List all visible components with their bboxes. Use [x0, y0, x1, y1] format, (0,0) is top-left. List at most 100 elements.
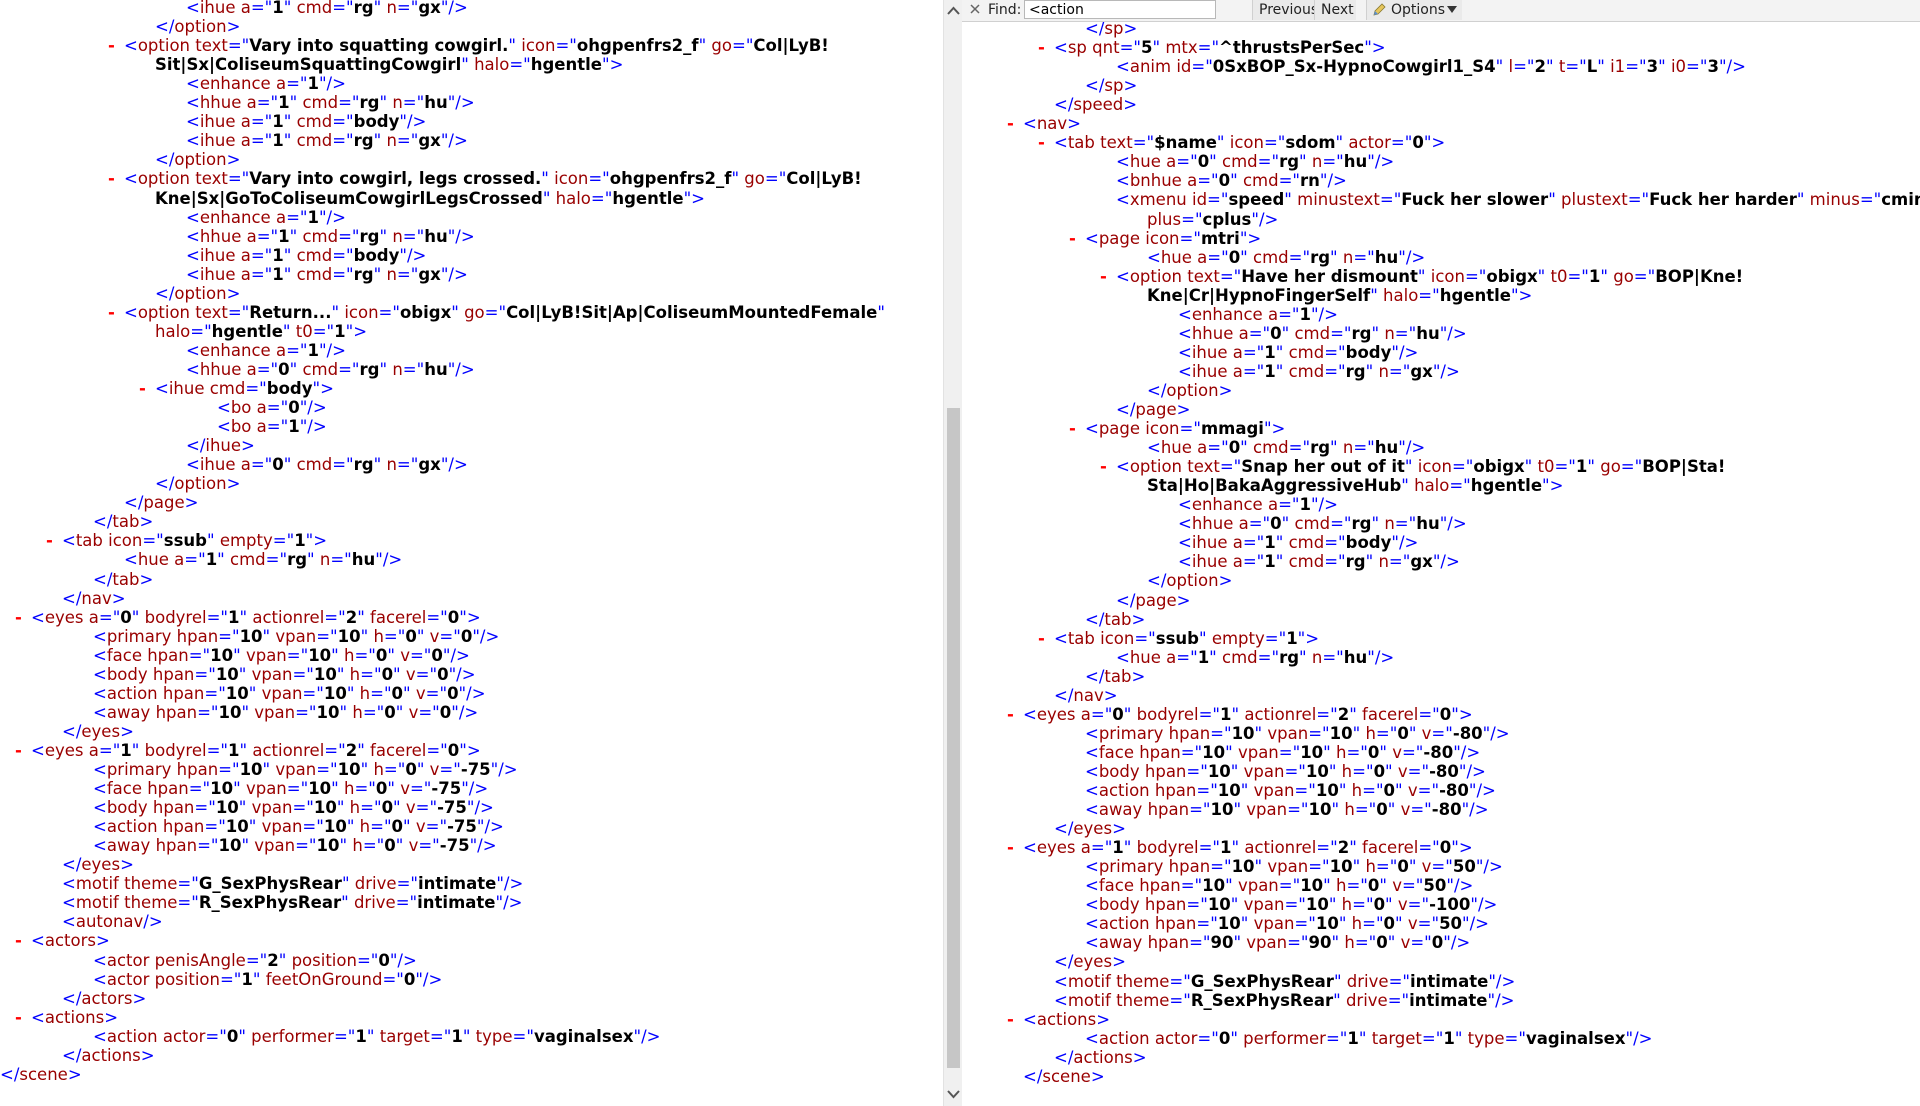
xml-markup: ": [1323, 876, 1336, 896]
find-options-button[interactable]: Options: [1366, 0, 1462, 20]
xml-value: 1: [205, 550, 218, 570]
xml-markup: =": [1090, 838, 1113, 858]
xml-markup: =": [1352, 895, 1374, 915]
xml-markup: <: [1054, 628, 1068, 648]
xml-name: vpan: [251, 798, 293, 818]
xml-markup: ": [341, 874, 355, 894]
collapse-toggle[interactable]: -: [15, 931, 22, 950]
xml-name: n: [1311, 647, 1323, 667]
chevron-down-icon[interactable]: [946, 1086, 961, 1101]
xml-markup: </: [155, 150, 175, 170]
collapse-toggle[interactable]: -: [1007, 1010, 1014, 1029]
xml-name: a: [240, 264, 251, 284]
xml-markup: "/>: [1488, 971, 1516, 991]
collapse-toggle[interactable]: -: [108, 169, 115, 188]
collapse-toggle[interactable]: -: [139, 379, 146, 398]
collapse-toggle[interactable]: -: [46, 531, 53, 550]
xml-markup: >: [132, 988, 147, 1008]
xml-name: bodyrel: [1136, 838, 1199, 858]
xml-value: 0: [1439, 704, 1452, 724]
xml-value: 0: [375, 779, 388, 799]
xml-name: motif: [75, 893, 125, 913]
xml-markup: =": [1346, 742, 1368, 762]
xml-markup: =": [1181, 209, 1203, 229]
xml-markup: ": [1349, 704, 1363, 724]
collapse-toggle[interactable]: -: [15, 608, 22, 627]
close-icon[interactable]: [968, 2, 982, 16]
xml-markup: =": [1207, 247, 1229, 267]
collapse-toggle[interactable]: -: [15, 741, 22, 760]
xml-name: actors: [81, 988, 133, 1008]
xml-markup: =": [332, 112, 354, 132]
chevron-up-icon[interactable]: [946, 4, 961, 19]
find-label: Find:: [988, 2, 1022, 18]
collapse-toggle[interactable]: -: [1100, 457, 1107, 476]
collapse-toggle[interactable]: -: [1038, 38, 1045, 57]
find-input[interactable]: [1024, 0, 1216, 19]
xml-value: Col|LyB!: [753, 36, 829, 56]
collapse-toggle[interactable]: -: [15, 1008, 22, 1027]
vertical-scrollbar[interactable]: [943, 0, 962, 1106]
xml-markup: "/>: [1625, 1028, 1653, 1048]
xml-markup: =": [1421, 1028, 1444, 1048]
xml-name: bodyrel: [144, 740, 207, 760]
xml-markup: "/>: [440, 264, 468, 284]
xml-value: intimate: [417, 893, 496, 913]
xml-markup: =": [1449, 476, 1471, 496]
xml-markup: </: [155, 283, 175, 303]
collapse-toggle[interactable]: -: [1007, 838, 1014, 857]
xml-markup: ": [1152, 38, 1166, 58]
find-next-button[interactable]: Next: [1314, 0, 1356, 20]
collapse-toggle[interactable]: -: [108, 36, 115, 55]
collapse-toggle[interactable]: -: [1069, 229, 1076, 248]
xml-markup: <: [1178, 342, 1192, 362]
xml-name: icon: [521, 36, 556, 56]
xml-markup: ": [1545, 57, 1559, 77]
xml-value: 0: [447, 740, 460, 760]
xml-markup: <: [1178, 514, 1192, 534]
collapse-toggle[interactable]: -: [1007, 705, 1014, 724]
xml-value: rg: [1351, 323, 1372, 343]
collapse-toggle[interactable]: -: [108, 303, 115, 322]
xml-value: 0: [384, 702, 396, 722]
xml-value: 0: [1228, 247, 1241, 267]
xml-name: sp: [1067, 38, 1093, 58]
xml-markup: ": [1408, 857, 1422, 877]
xml-name: actions: [1073, 1047, 1133, 1067]
collapse-toggle[interactable]: -: [1069, 419, 1076, 438]
collapse-toggle[interactable]: -: [1038, 133, 1045, 152]
xml-name: cmd: [1222, 152, 1258, 172]
xml-name: ihue: [199, 245, 241, 265]
xml-value: Snap her out of it: [1241, 457, 1405, 477]
collapse-toggle[interactable]: -: [1038, 629, 1045, 648]
xml-value: 10: [313, 664, 337, 684]
xml-markup: <: [1147, 247, 1161, 267]
xml-markup: ": [1587, 457, 1601, 477]
xml-value: 1: [120, 740, 132, 760]
xml-value: gx: [1410, 361, 1433, 381]
scroll-thumb[interactable]: [947, 408, 960, 1068]
xml-name: ihue: [1191, 342, 1233, 362]
xml-markup: =": [1284, 761, 1306, 781]
xml-name: go: [744, 169, 765, 189]
xml-value: 1: [451, 1026, 463, 1046]
xml-view-left[interactable]: <ihue a="1" cmd="rg" n="gx"/> </option> - <…: [0, 0, 943, 1106]
xml-value: 0: [431, 645, 443, 665]
xml-markup: =": [1169, 971, 1191, 991]
xml-markup: ": [1333, 990, 1346, 1010]
xml-markup: <: [31, 607, 45, 627]
xml-name: vpan: [261, 683, 303, 703]
xml-value: 3: [1707, 57, 1719, 77]
xml-markup: >: [226, 17, 241, 37]
find-previous-button[interactable]: Previous: [1252, 0, 1318, 20]
xml-name: a: [1232, 361, 1243, 381]
xml-markup: ": [1597, 57, 1611, 77]
xml-value: 10: [1207, 761, 1231, 781]
xml-name: hpan: [162, 683, 205, 703]
xml-name: icon: [1145, 228, 1180, 248]
collapse-toggle[interactable]: -: [1100, 267, 1107, 286]
xml-view-right[interactable]: </sp> - <sp qnt="5" mtx="^thrustsPerSec"> <…: [962, 0, 1920, 1106]
collapse-toggle[interactable]: -: [1007, 114, 1014, 133]
xml-markup: =": [1198, 704, 1221, 724]
xml-markup: ": [1275, 533, 1289, 553]
